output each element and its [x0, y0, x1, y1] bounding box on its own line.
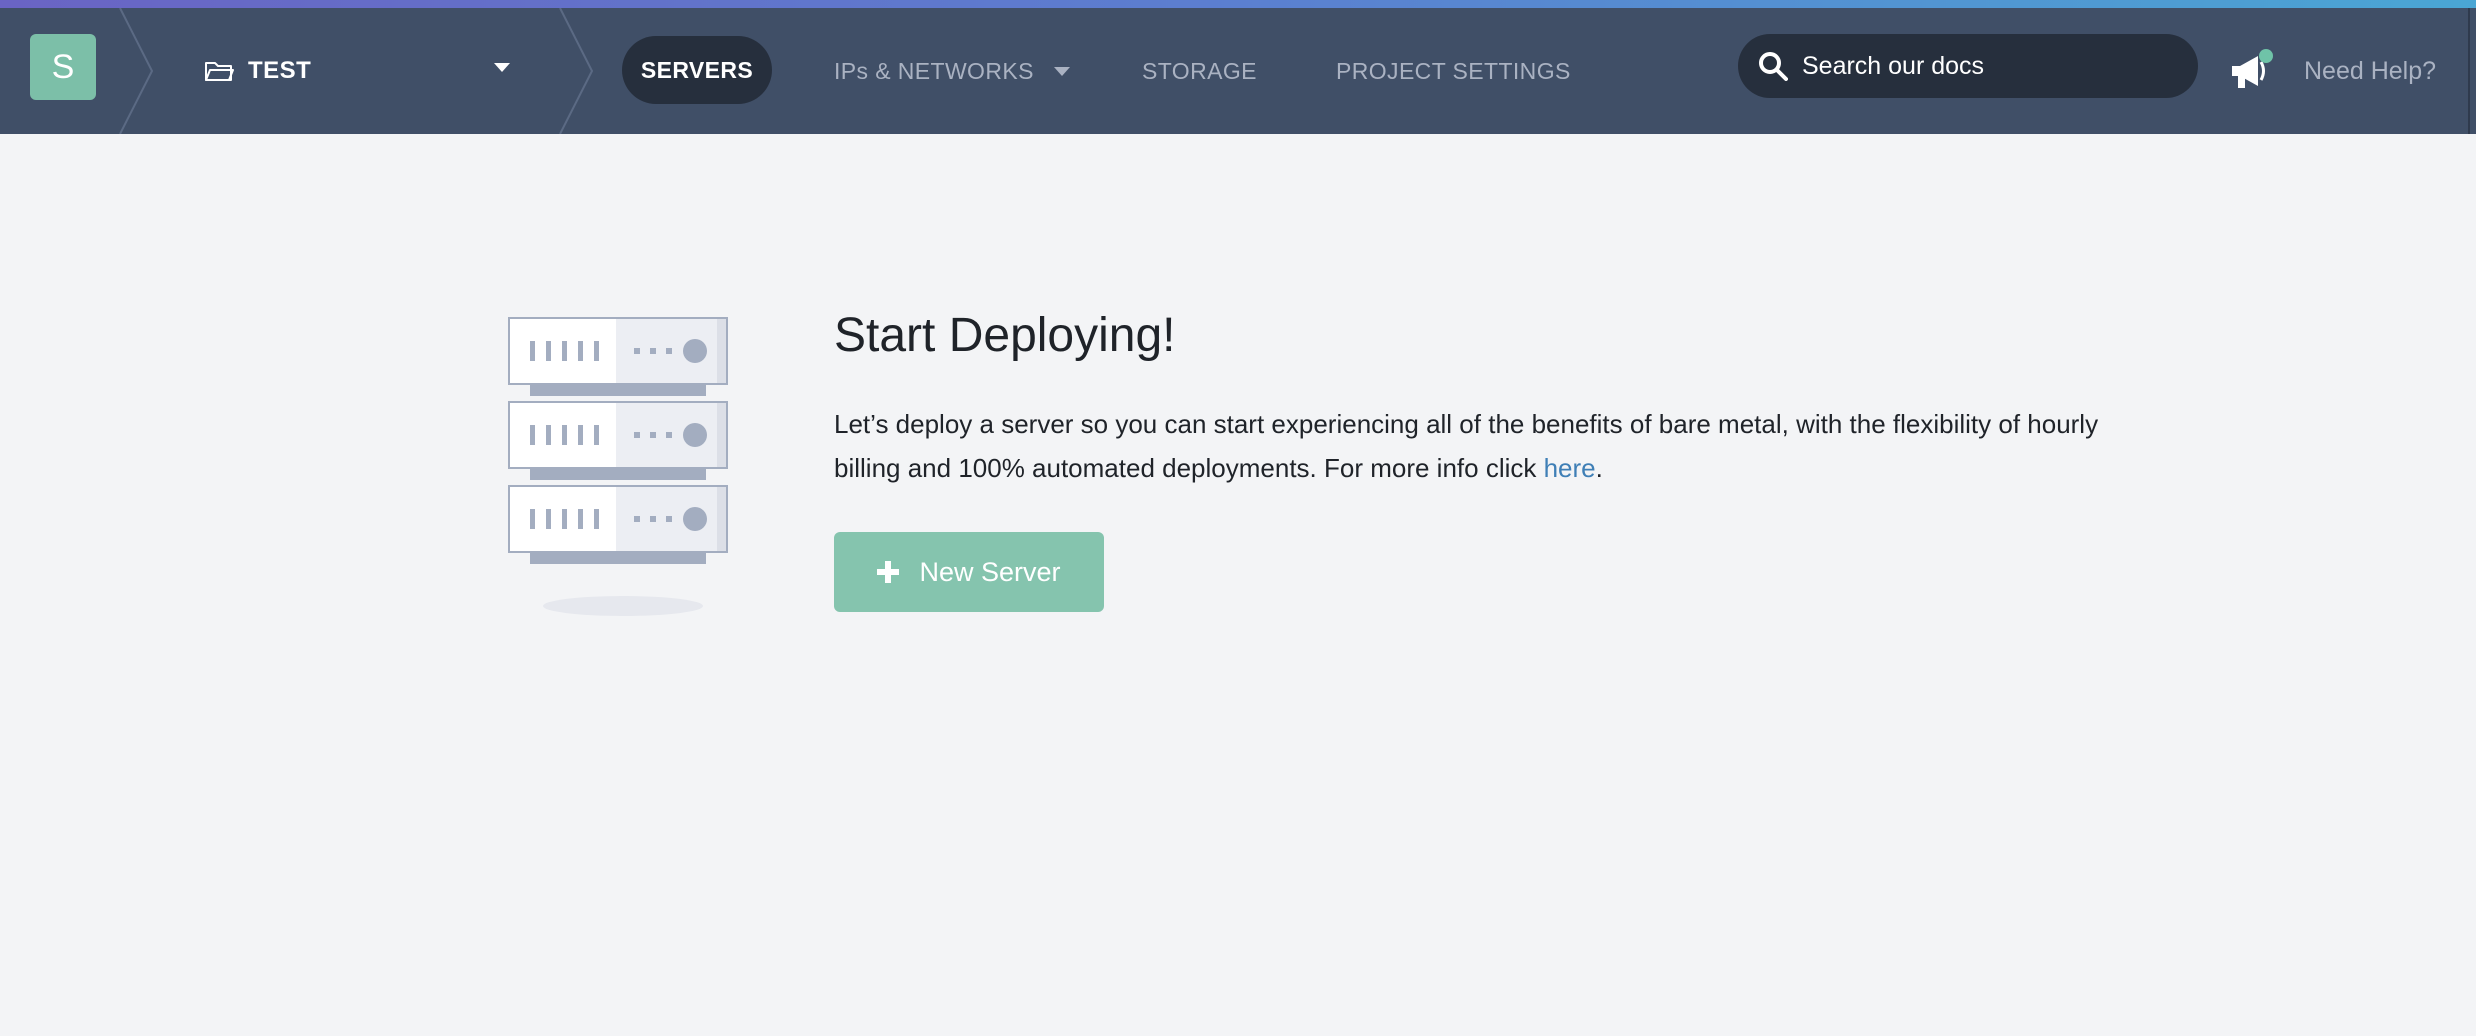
user-avatar[interactable]: S — [30, 34, 96, 100]
project-selector[interactable]: TEST — [204, 8, 524, 134]
tab-storage-label: STORAGE — [1142, 57, 1257, 84]
plus-icon — [877, 561, 900, 583]
caret-down-icon — [1053, 66, 1070, 76]
new-server-label: New Server — [919, 556, 1061, 587]
project-name: TEST — [248, 57, 312, 84]
search-input[interactable] — [1802, 51, 2182, 81]
top-accent-stripe — [0, 0, 2476, 8]
search-icon — [1759, 52, 1788, 81]
server-rack-icon — [508, 317, 728, 616]
breadcrumb-separator — [119, 8, 154, 134]
intro-description: Let’s deploy a server so you can start e… — [834, 402, 2134, 490]
page-title: Start Deploying! — [834, 309, 1176, 362]
tab-storage[interactable]: STORAGE — [1142, 8, 1257, 134]
more-info-link[interactable]: here — [1544, 453, 1596, 483]
tab-servers[interactable]: SERVERS — [622, 36, 772, 104]
help-link[interactable]: Need Help? — [2304, 8, 2436, 134]
caret-down-icon — [494, 63, 510, 72]
folder-icon — [205, 62, 234, 81]
intro-text-end: . — [1595, 453, 1603, 483]
new-server-button[interactable]: New Server — [834, 532, 1104, 612]
tab-ips-networks-label: IPs & NETWORKS — [834, 57, 1034, 84]
docs-search — [1738, 34, 2198, 98]
navbar-edge-divider — [2468, 8, 2470, 134]
tab-ips-networks[interactable]: IPs & NETWORKS — [834, 8, 1070, 134]
intro-text: Let’s deploy a server so you can start e… — [834, 409, 2099, 483]
top-navbar: S TEST SERVERS IPs & NETWORKS STORAGE PR… — [0, 8, 2476, 134]
breadcrumb-separator — [559, 8, 594, 134]
tab-project-settings-label: PROJECT SETTINGS — [1336, 57, 1571, 84]
megaphone-icon[interactable] — [2228, 48, 2278, 92]
tab-project-settings[interactable]: PROJECT SETTINGS — [1336, 8, 1571, 134]
